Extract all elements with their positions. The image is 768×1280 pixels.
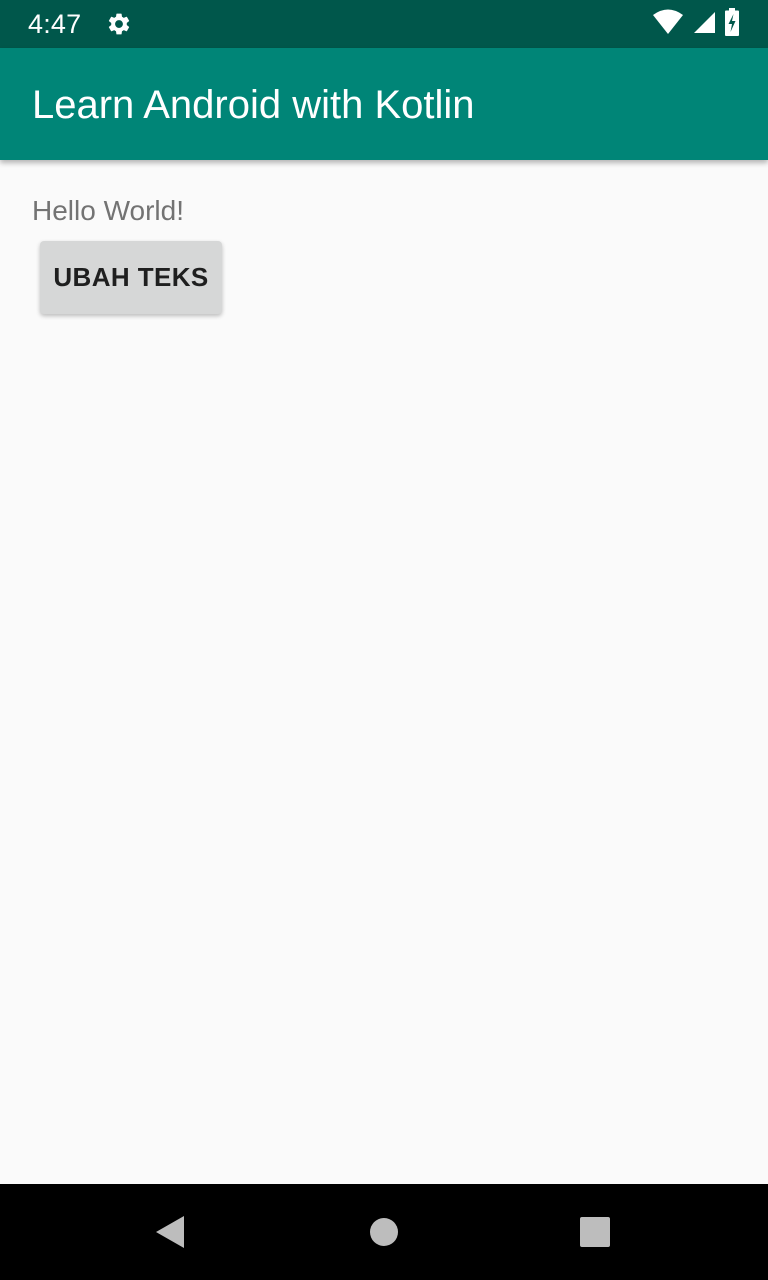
navigation-bar bbox=[0, 1184, 768, 1280]
settings-gear-icon bbox=[106, 11, 132, 37]
battery-charging-icon bbox=[724, 7, 740, 41]
status-bar: 4:47 bbox=[0, 0, 768, 48]
app-title: Learn Android with Kotlin bbox=[32, 83, 475, 127]
change-text-button[interactable]: UBAH TEKS bbox=[40, 241, 222, 314]
recents-icon[interactable] bbox=[565, 1202, 625, 1262]
cell-signal-icon bbox=[692, 10, 716, 39]
status-icons bbox=[652, 7, 740, 41]
app-bar: Learn Android with Kotlin bbox=[0, 48, 768, 160]
back-icon[interactable] bbox=[140, 1202, 200, 1262]
status-time: 4:47 bbox=[28, 9, 82, 39]
wifi-icon bbox=[652, 9, 684, 40]
main-content: Hello World! UBAH TEKS bbox=[0, 160, 768, 1184]
hello-text: Hello World! bbox=[32, 195, 184, 226]
home-icon[interactable] bbox=[354, 1202, 414, 1262]
app-screen: 4:47 Learn Android with Kotlin Hello Wor… bbox=[0, 0, 768, 1280]
